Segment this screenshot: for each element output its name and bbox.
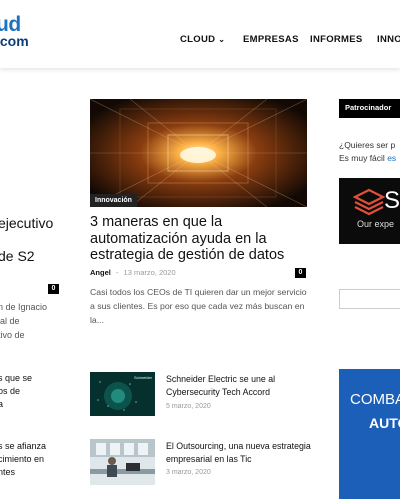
featured-article-meta: Angel - 13 marzo, 2020 — [90, 268, 176, 277]
sidebar-header: Patrocinador — [339, 99, 400, 116]
list-article-title[interactable]: El Outsourcing, una nueva estrategia emp… — [166, 440, 311, 465]
left-article-excerpt-line: ial de — [0, 316, 20, 326]
left-article-column: ejecutivo de S2 0 n de Ignacio ial de ti… — [0, 68, 70, 499]
left-article-excerpt-line: tivo de — [0, 330, 25, 340]
sponsor-link[interactable]: es — [387, 153, 396, 163]
promo-ad-banner[interactable]: COMBAT AUTO — [339, 369, 400, 499]
left-list-title-line[interactable]: ntes — [0, 466, 15, 478]
office-thumbnail-image — [90, 439, 155, 485]
ad-headline-line1: COMBAT — [350, 391, 400, 408]
site-header: ud .com CLOUD⌄ EMPRESAS INFORMES INNO — [0, 0, 400, 68]
data-tunnel-image — [90, 99, 307, 207]
category-label[interactable]: Innovación — [90, 194, 137, 207]
author-name[interactable]: Angel — [90, 268, 111, 277]
nav-item-label: INFORMES — [310, 34, 363, 45]
sponsor-ad-banner[interactable]: S Our expe — [339, 178, 400, 244]
list-article-date: 3 marzo, 2020 — [166, 469, 211, 476]
nav-item-label: CLOUD — [180, 34, 216, 45]
left-article-title-line[interactable]: de S2 — [0, 248, 35, 265]
sponsor-text: Es muy fácil es — [339, 153, 396, 163]
left-list-title-line[interactable]: os de — [0, 385, 20, 397]
list-article-title[interactable]: Schneider Electric se une al Cybersecuri… — [166, 373, 311, 398]
left-article-title-line[interactable]: ejecutivo — [0, 215, 53, 232]
sidebar-header-underline — [339, 116, 400, 118]
thumbnail-brand: Schneider — [134, 375, 153, 380]
comment-count-badge[interactable]: 0 — [48, 284, 59, 294]
main-nav: CLOUD ⌄ EMPRESAS INFORMES INNO — [0, 34, 400, 48]
ad-tagline: Our expe — [357, 219, 395, 229]
search-input[interactable] — [339, 289, 400, 309]
nav-item-innovacion[interactable]: INNO — [377, 34, 400, 45]
featured-article-title[interactable]: 3 maneras en que la automatización ayuda… — [90, 214, 305, 264]
ad-brand-letter: S — [384, 187, 400, 214]
sponsor-question: ¿Quieres ser p — [339, 140, 396, 150]
featured-article-image[interactable]: Innovación — [90, 99, 307, 207]
left-list-title-line[interactable]: s se afianza — [0, 440, 46, 452]
nav-item-label: INNO — [377, 34, 400, 45]
ad-headline-line2: AUTO — [369, 415, 400, 431]
featured-article-excerpt: Casi todos los CEOs de TI quieren dar un… — [90, 287, 307, 325]
comment-count-badge[interactable]: 0 — [295, 268, 306, 278]
meta-separator: - — [115, 268, 119, 277]
list-article-date: 5 marzo, 2020 — [166, 403, 211, 410]
article-thumbnail[interactable] — [90, 439, 155, 485]
left-list-title-line[interactable]: a — [0, 398, 3, 410]
nav-item-cloud[interactable]: CLOUD ⌄ — [180, 34, 225, 45]
publish-date: 13 marzo, 2020 — [123, 268, 176, 277]
nav-item-informes[interactable]: INFORMES — [310, 34, 363, 45]
nav-item-label: EMPRESAS — [243, 34, 299, 45]
left-list-title-line[interactable]: cimiento en — [0, 453, 44, 465]
left-article-excerpt-line: n de Ignacio — [0, 302, 48, 312]
sidebar-header-label: Patrocinador — [345, 103, 392, 112]
sponsor-text-prefix: Es muy fácil — [339, 153, 388, 163]
article-thumbnail[interactable]: Schneider — [90, 372, 155, 416]
chevron-down-icon: ⌄ — [218, 35, 226, 44]
left-list-title-line[interactable]: s que se — [0, 372, 32, 384]
nav-item-empresas[interactable]: EMPRESAS — [243, 34, 299, 45]
